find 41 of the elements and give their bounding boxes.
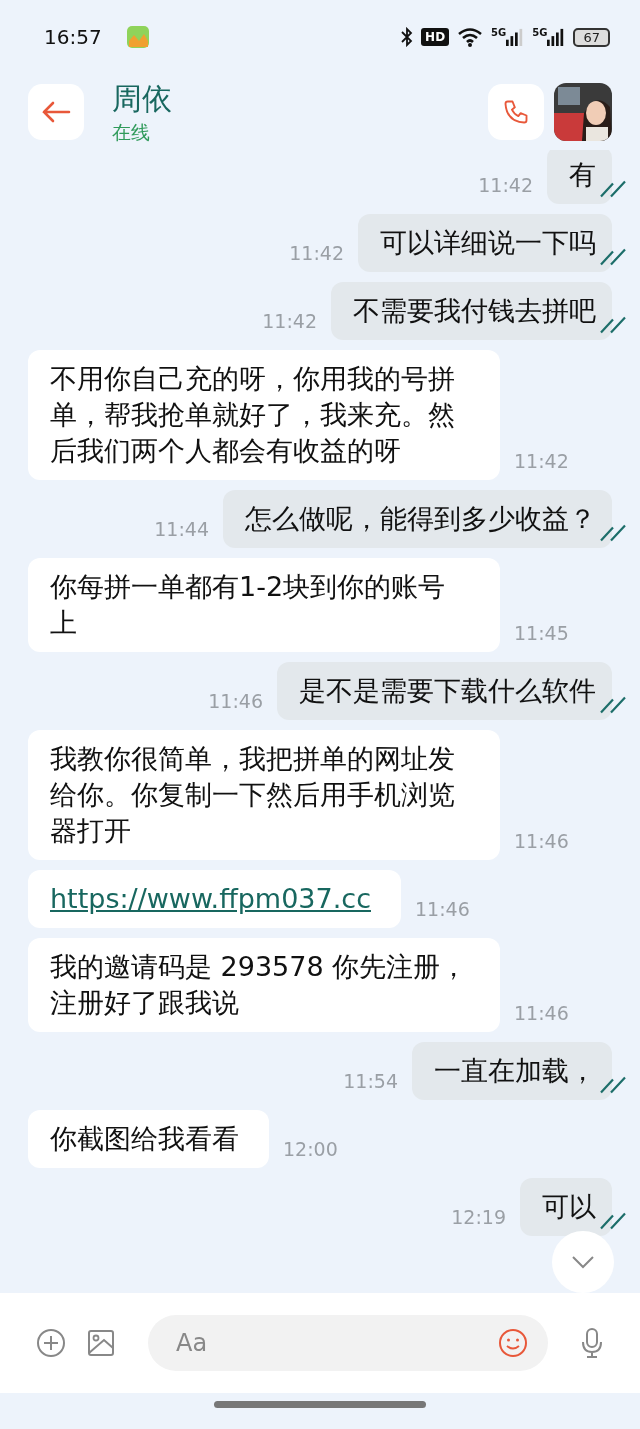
call-button[interactable] xyxy=(488,84,544,140)
hd-indicator: HD xyxy=(421,28,450,46)
network-label: 5G xyxy=(532,27,548,38)
signal-icon xyxy=(506,27,525,47)
presence-status: 在线 xyxy=(112,119,150,145)
add-icon[interactable] xyxy=(36,1328,66,1358)
back-arrow-icon xyxy=(41,100,71,124)
chevron-down-icon xyxy=(571,1255,595,1269)
signal-icon xyxy=(547,27,566,47)
status-time: 16:57 xyxy=(44,25,102,49)
image-icon[interactable] xyxy=(86,1328,116,1358)
message-time: 11:46 xyxy=(415,898,470,920)
message-time: 11:46 xyxy=(208,690,263,712)
message-time: 11:54 xyxy=(343,1070,398,1092)
message-time: 11:42 xyxy=(478,174,533,196)
emoji-icon[interactable] xyxy=(498,1328,528,1358)
phone-icon xyxy=(502,98,530,126)
message-link[interactable]: https://www.ffpm037.cc xyxy=(28,870,401,928)
message-time: 12:00 xyxy=(283,1138,338,1160)
received-message: 你截图给我看看 xyxy=(28,1110,269,1168)
received-message: 你每拼一单都有1-2块到你的账号上 xyxy=(28,558,500,652)
network-label: 5G xyxy=(491,27,507,38)
message-time: 11:44 xyxy=(154,518,209,540)
received-message: 我教你很简单，我把拼单的网址发给你。你复制一下然后用手机浏览器打开 xyxy=(28,730,500,860)
battery-indicator: 67 xyxy=(573,27,610,47)
message-time: 11:42 xyxy=(289,242,344,264)
message-time: 11:46 xyxy=(514,1002,569,1024)
message-time: 12:19 xyxy=(451,1206,506,1228)
message-time: 11:42 xyxy=(262,310,317,332)
message-time: 11:45 xyxy=(514,622,569,644)
received-message: 不用你自己充的呀，你用我的号拼单，帮我抢单就好了，我来充。然后我们两个人都会有收益的呀 xyxy=(28,350,500,480)
message-time: 11:42 xyxy=(514,450,569,472)
contact-name: 周依 xyxy=(112,79,172,118)
received-message: 我的邀请码是 293578 你先注册，注册好了跟我说 xyxy=(28,938,500,1032)
message-input-field[interactable]: Aa xyxy=(148,1315,548,1371)
bluetooth-icon xyxy=(401,27,414,47)
wifi-icon xyxy=(457,27,484,47)
back-button[interactable] xyxy=(28,84,84,140)
microphone-icon[interactable] xyxy=(580,1327,604,1359)
message-time: 11:46 xyxy=(514,830,569,852)
app-notification-icon xyxy=(125,25,150,49)
